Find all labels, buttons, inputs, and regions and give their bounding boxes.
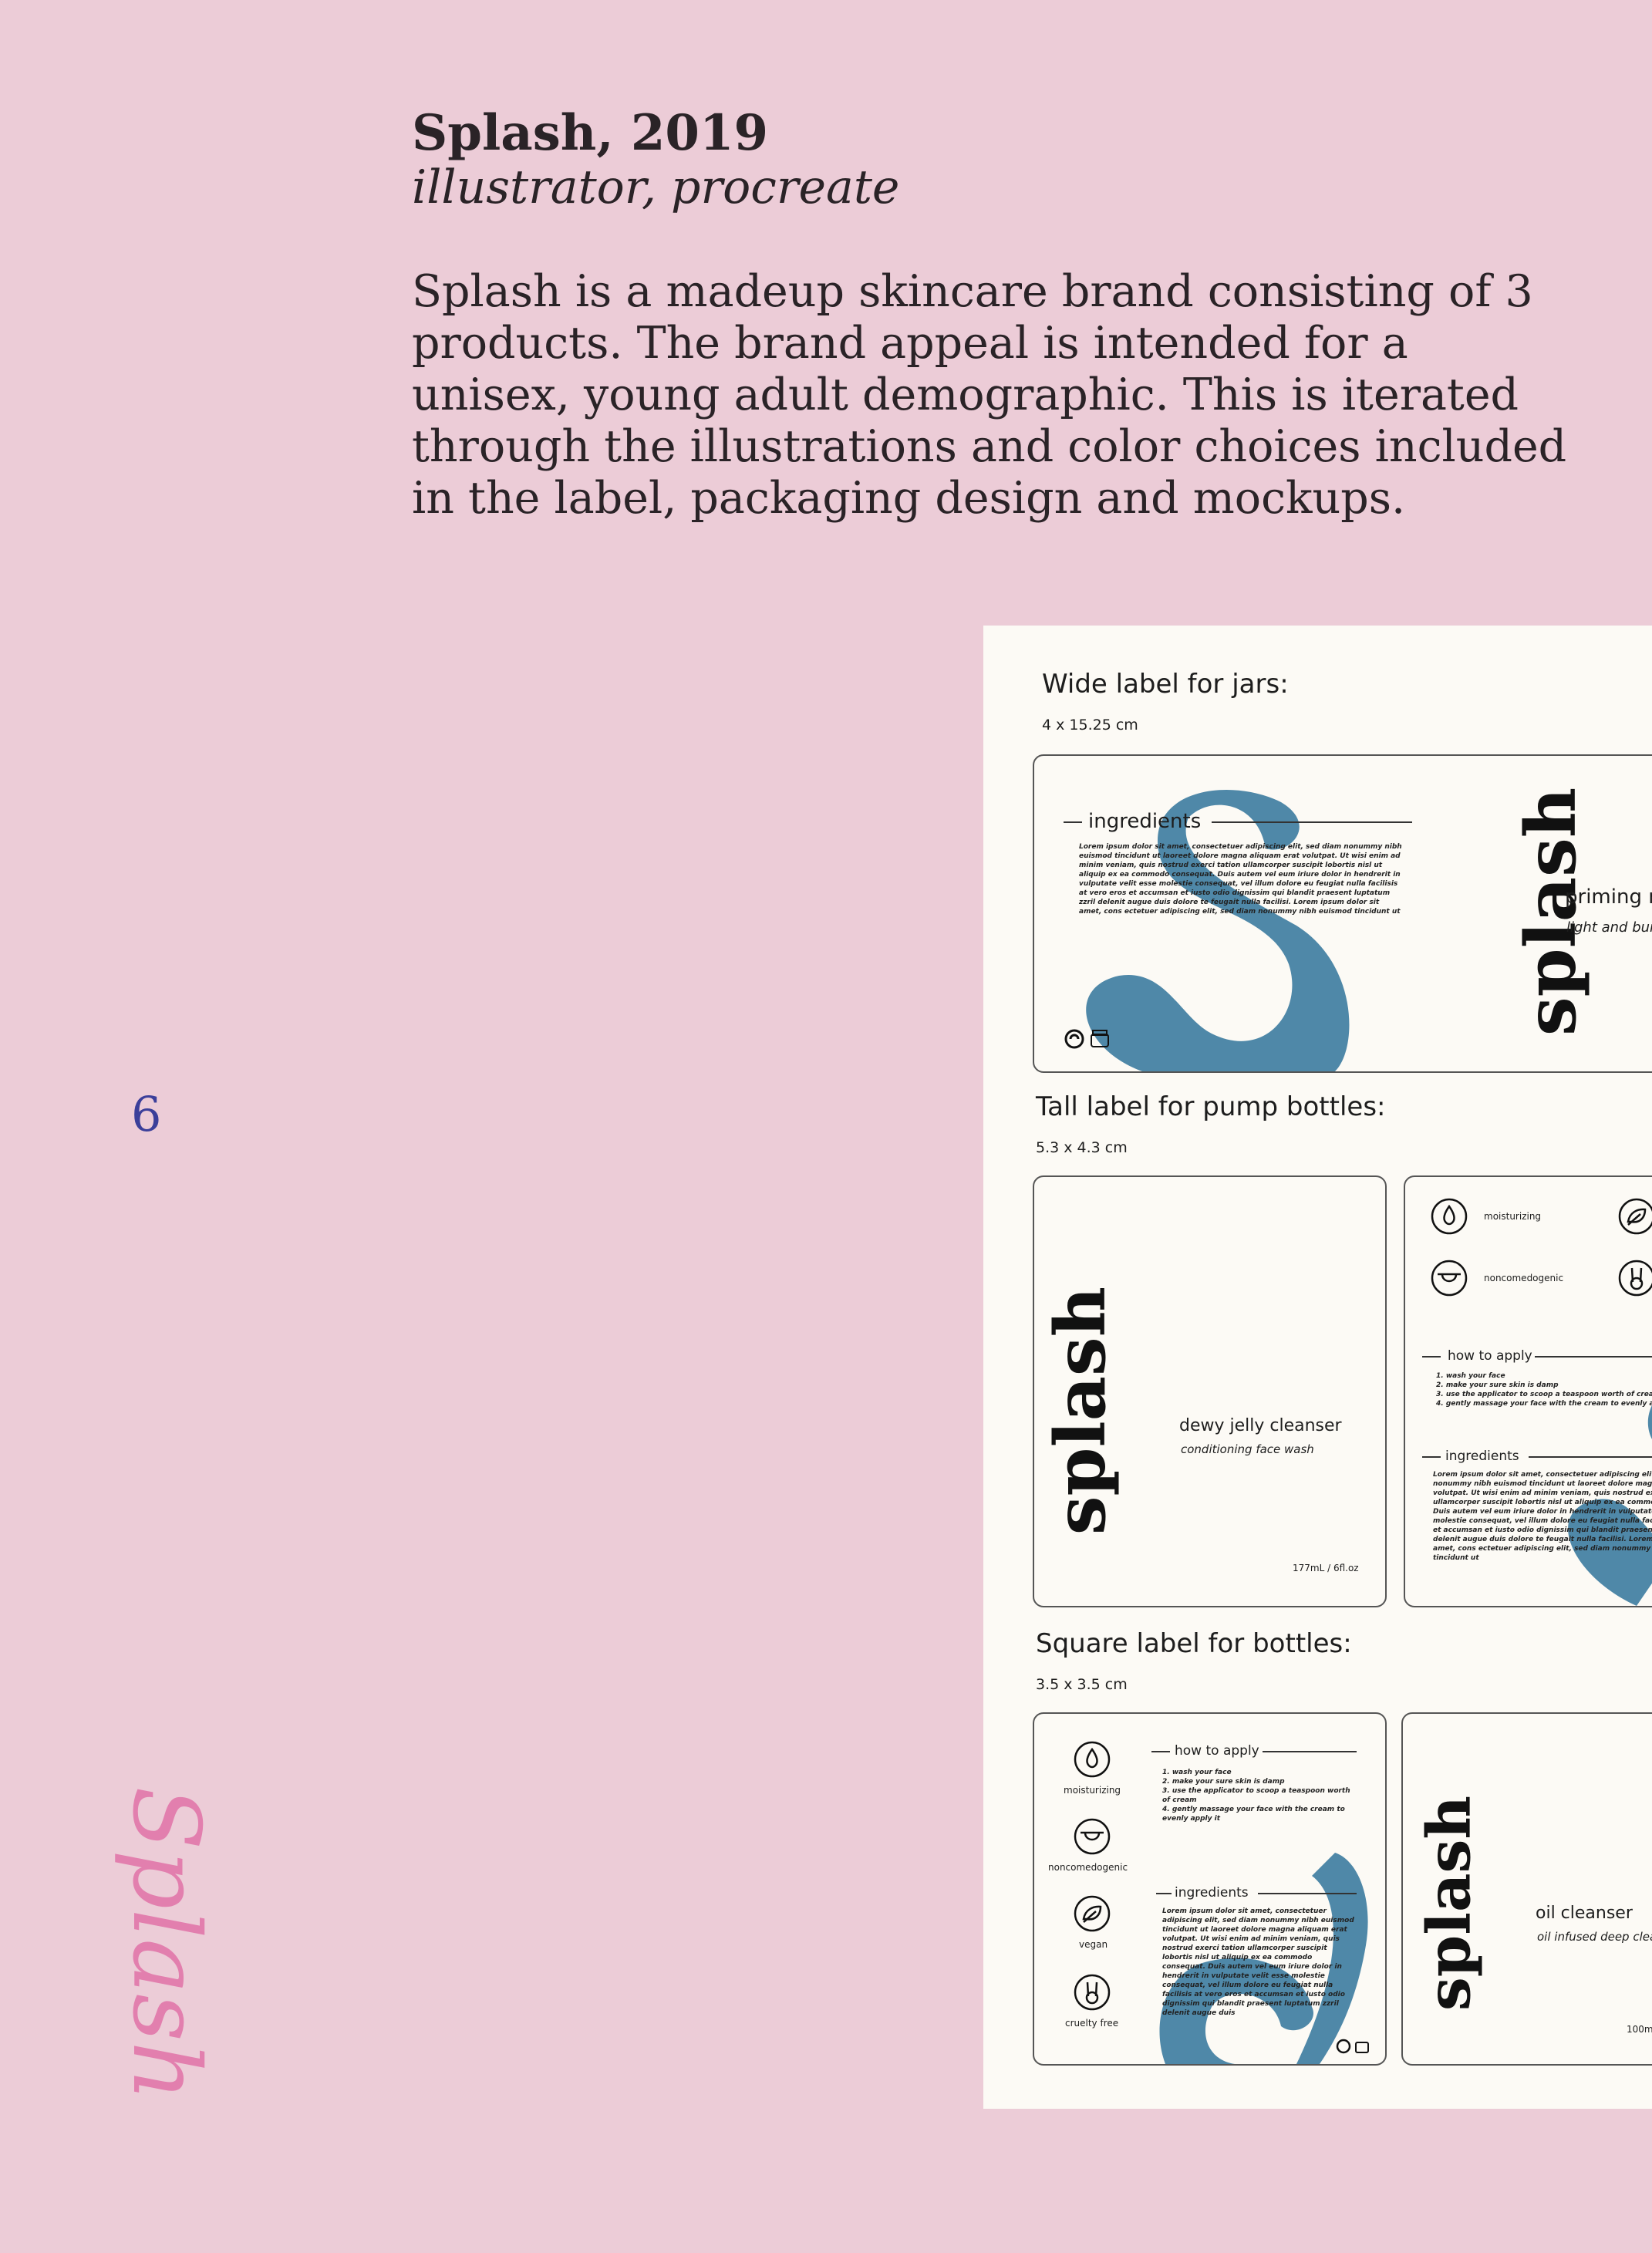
- square-label-front-card: splash oil cleanser oil infused deep cle…: [1401, 1712, 1652, 2066]
- page-number: 6: [131, 1086, 162, 1142]
- project-description: Splash is a madeup skincare brand consis…: [412, 266, 1567, 524]
- drop-icon: [1430, 1197, 1468, 1239]
- jar-period-icon: [1354, 2038, 1370, 2058]
- recycle-icon: [1335, 2038, 1352, 2058]
- square-icon-label: cruelty free: [1065, 2018, 1119, 2029]
- square-steps: 1. wash your face 2. make your sure skin…: [1162, 1768, 1355, 1823]
- square-label-heading: Square label for bottles:: [1036, 1628, 1352, 1659]
- ingredients-rule-right: [1258, 1893, 1357, 1894]
- wide-ingredients-text: Lorem ipsum dolor sit amet, consectetuer…: [1079, 843, 1402, 916]
- pore-icon: [1073, 1817, 1111, 1859]
- square-step: 3. use the applicator to scoop a teaspoo…: [1162, 1787, 1350, 1804]
- square-ingredients-label: ingredients: [1175, 1885, 1249, 1901]
- tall-step: 1. wash your face: [1436, 1372, 1505, 1380]
- square-icon-label: moisturizing: [1064, 1785, 1121, 1796]
- svg-text:Splash: Splash: [112, 1786, 219, 2101]
- tall-label-size: 5.3 x 4.3 cm: [1036, 1139, 1128, 1156]
- tall-ingredients-label: ingredients: [1445, 1449, 1519, 1464]
- wide-label-card: ingredients Lorem ipsum dolor sit amet, …: [1033, 754, 1652, 1073]
- pore-icon: [1430, 1259, 1468, 1300]
- wide-ingredients-label: ingredients: [1088, 810, 1202, 833]
- tall-volume: 177mL / 6fl.oz: [1293, 1563, 1359, 1573]
- square-brand-wordmark: splash: [1414, 1795, 1485, 2012]
- ingredients-rule-left: [1422, 1456, 1441, 1458]
- tall-ingredients-text: Lorem ipsum dolor sit amet, consectetuer…: [1433, 1471, 1652, 1562]
- ingredients-rule-left: [1064, 821, 1082, 823]
- square-volume: 100m: [1627, 2024, 1652, 2035]
- tall-icon2-label: noncomedogenic: [1484, 1273, 1564, 1283]
- tall-label-back-card: moisturizing noncomedogenic how to apply…: [1404, 1175, 1652, 1607]
- tall-how-label: how to apply: [1448, 1348, 1532, 1364]
- square-step: 4. gently massage your face with the cre…: [1162, 1806, 1345, 1823]
- square-label-back-card: moisturizing noncomedogenic vegan cruelt…: [1033, 1712, 1387, 2066]
- how-rule-right: [1263, 1751, 1357, 1752]
- tall-brand-wordmark: splash: [1040, 1286, 1121, 1536]
- how-rule-left: [1151, 1751, 1170, 1752]
- label-spec-sheet: Wide label for jars: 4 x 15.25 cm ingred…: [983, 626, 1652, 2109]
- square-product-name: oil cleanser: [1536, 1904, 1633, 1923]
- wide-label-size: 4 x 15.25 cm: [1042, 717, 1138, 734]
- square-icon-label: noncomedogenic: [1048, 1862, 1128, 1873]
- tall-label-heading: Tall label for pump bottles:: [1036, 1091, 1386, 1122]
- square-step: 1. wash your face: [1162, 1769, 1232, 1776]
- wide-product-name: priming m: [1565, 885, 1652, 909]
- drop-icon: [1073, 1740, 1111, 1782]
- project-title: Splash, 2019: [412, 104, 768, 162]
- tall-icon1-label: moisturizing: [1484, 1211, 1542, 1222]
- tall-product-name: dewy jelly cleanser: [1179, 1416, 1342, 1435]
- splash-script-logo: Splash: [112, 1786, 219, 2101]
- tall-step: 2. make your sure skin is damp: [1436, 1381, 1559, 1389]
- tall-step: 4. gently massage your face with the cre…: [1436, 1400, 1652, 1408]
- how-rule-right: [1535, 1356, 1652, 1358]
- leaf-icon: [1073, 1894, 1111, 1936]
- jar-period-icon: [1088, 1028, 1111, 1053]
- square-product-subtitle: oil infused deep clean: [1537, 1930, 1652, 1944]
- square-how-label: how to apply: [1175, 1743, 1259, 1759]
- tall-product-subtitle: conditioning face wash: [1181, 1442, 1314, 1456]
- square-label-size: 3.5 x 3.5 cm: [1036, 1676, 1128, 1693]
- square-step: 2. make your sure skin is damp: [1162, 1778, 1285, 1786]
- tall-steps: 1. wash your face 2. make your sure skin…: [1436, 1371, 1652, 1408]
- leaf-icon: [1617, 1197, 1652, 1239]
- square-ingredients-text: Lorem ipsum dolor sit amet, consectetuer…: [1162, 1907, 1354, 2017]
- recycle-icon: [1064, 1028, 1085, 1053]
- how-rule-left: [1422, 1356, 1441, 1358]
- project-tools: illustrator, procreate: [412, 160, 900, 214]
- tall-step: 3. use the applicator to scoop a teaspoo…: [1436, 1391, 1652, 1398]
- wide-label-heading: Wide label for jars:: [1042, 669, 1289, 700]
- ingredients-rule-left: [1156, 1893, 1172, 1894]
- ingredients-rule-right: [1529, 1456, 1652, 1458]
- wide-product-subtitle: light and buil: [1566, 919, 1652, 936]
- square-icon-label: vegan: [1079, 1939, 1108, 1950]
- ingredients-rule-right: [1212, 821, 1412, 823]
- tall-label-front-card: splash dewy jelly cleanser conditioning …: [1033, 1175, 1387, 1607]
- bunny-icon: [1073, 1973, 1111, 2015]
- bunny-icon: [1617, 1259, 1652, 1300]
